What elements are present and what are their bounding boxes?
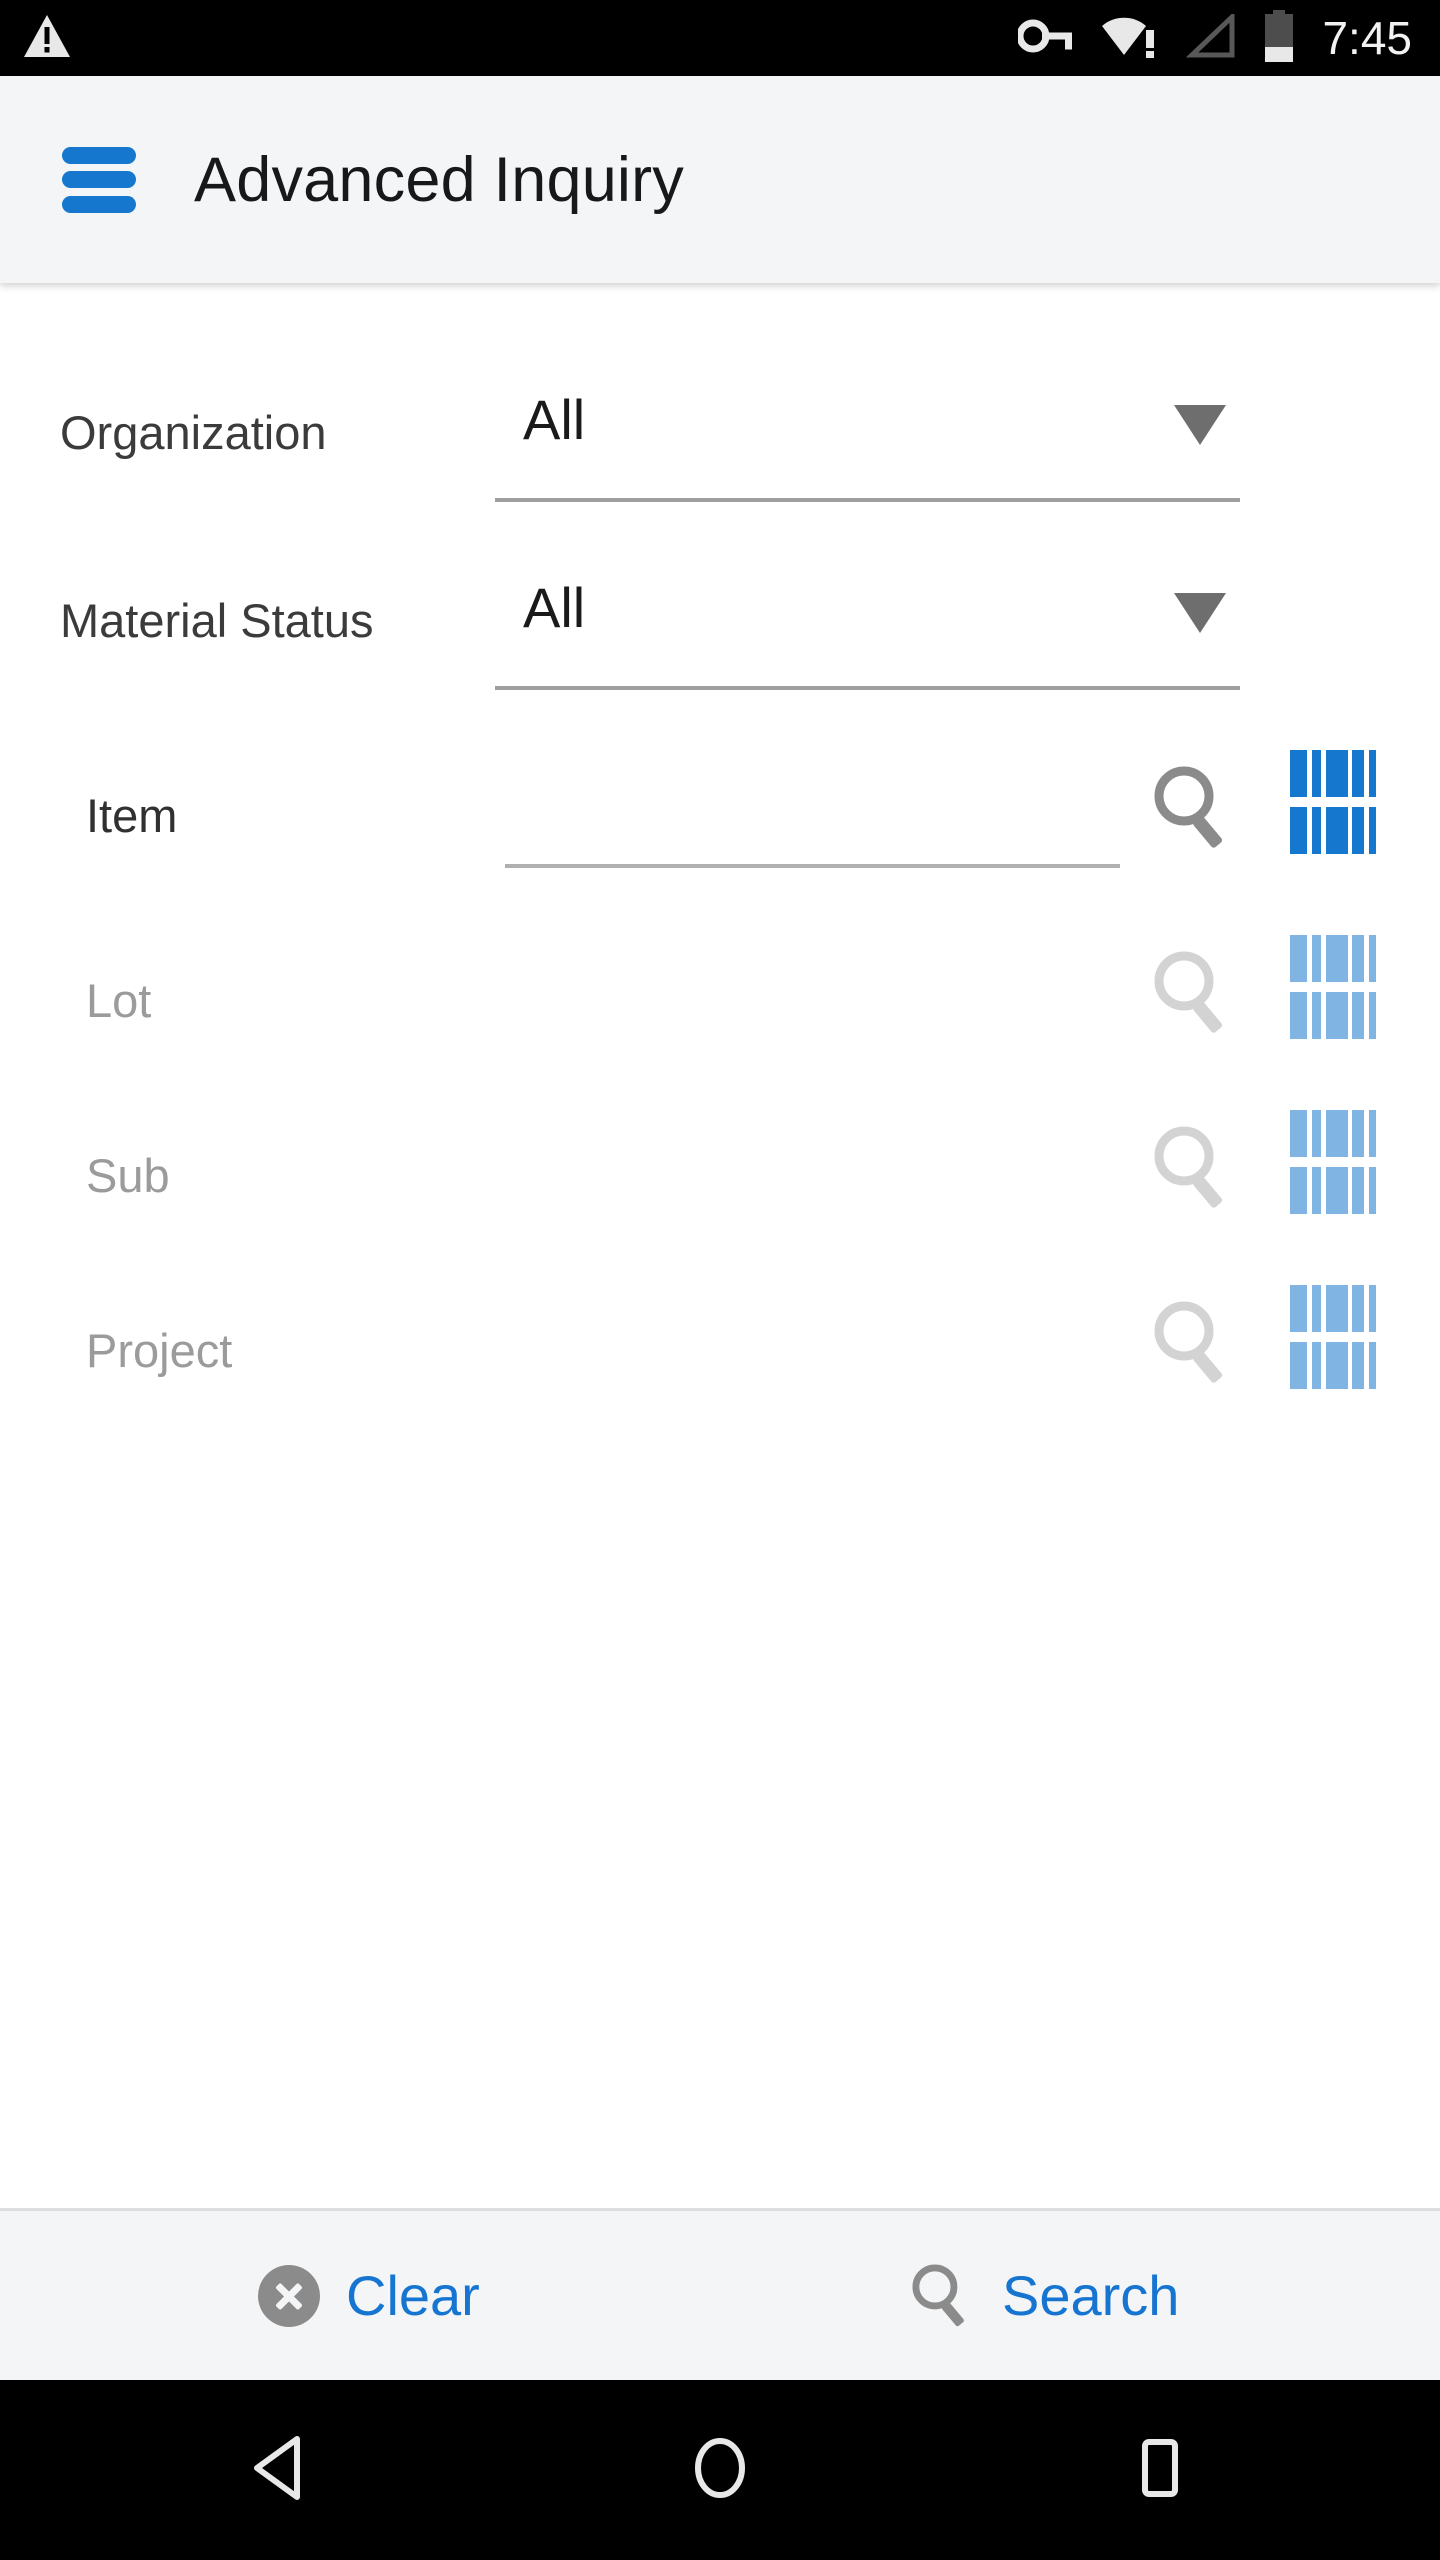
magnifier-icon xyxy=(1146,1118,1238,1215)
field-row-material-status: Material Status All xyxy=(0,543,1440,715)
label-project: Project xyxy=(86,1324,233,1377)
battery-icon xyxy=(1262,9,1296,67)
magnifier-icon xyxy=(906,2258,976,2333)
bottom-action-bar: Clear Search xyxy=(0,2208,1440,2380)
hamburger-bar-3 xyxy=(62,195,136,213)
hamburger-bar-2 xyxy=(62,171,136,188)
hamburger-bar-1 xyxy=(62,146,136,164)
label-organization: Organization xyxy=(60,406,327,459)
chevron-down-icon xyxy=(1174,593,1226,633)
nav-recents-button[interactable] xyxy=(1060,2380,1260,2560)
magnifier-icon xyxy=(1146,1293,1238,1390)
status-bar-right-icons: 7:45 xyxy=(1016,9,1440,67)
clear-button[interactable]: Clear xyxy=(258,2263,480,2328)
form-content: Organization All Material Status All Ite… xyxy=(0,283,1440,2208)
clear-button-label: Clear xyxy=(346,2264,480,2327)
barcode-icon xyxy=(1290,935,1376,1039)
label-item: Item xyxy=(86,789,178,842)
barcode-icon xyxy=(1290,1285,1376,1389)
search-button[interactable]: Search xyxy=(906,2258,1179,2333)
circle-close-icon xyxy=(258,2264,320,2327)
android-nav-bar xyxy=(0,2380,1440,2560)
input-sub xyxy=(505,1118,1120,1228)
magnifier-icon[interactable] xyxy=(1146,758,1238,855)
chevron-down-icon xyxy=(1174,405,1226,445)
wifi-warning-icon xyxy=(1100,13,1160,64)
dropdown-material-status[interactable]: All xyxy=(495,565,1240,690)
label-material-status: Material Status xyxy=(60,594,374,647)
label-sub: Sub xyxy=(86,1149,170,1202)
circle-home-icon xyxy=(690,2437,750,2504)
input-item[interactable] xyxy=(505,758,1120,868)
field-row-lot: Lot xyxy=(0,923,1440,1098)
status-bar-clock: 7:45 xyxy=(1322,12,1412,64)
barcode-icon xyxy=(1290,1110,1376,1214)
dropdown-organization-value: All xyxy=(523,388,586,451)
barcode-icon[interactable] xyxy=(1290,750,1376,854)
field-row-project: Project xyxy=(0,1273,1440,1448)
nav-back-button[interactable] xyxy=(180,2380,380,2560)
warning-triangle-icon xyxy=(22,13,72,64)
nav-home-button[interactable] xyxy=(620,2380,820,2560)
label-lot: Lot xyxy=(86,974,152,1027)
field-row-organization: Organization All xyxy=(0,355,1440,527)
field-row-item: Item xyxy=(0,738,1440,913)
cell-signal-empty-icon xyxy=(1186,10,1236,63)
vpn-key-icon xyxy=(1016,16,1074,61)
search-button-label: Search xyxy=(1002,2264,1180,2327)
page-title: Advanced Inquiry xyxy=(194,144,685,215)
app-bar: Advanced Inquiry xyxy=(0,76,1440,283)
status-bar-left-icons xyxy=(0,13,72,64)
input-project xyxy=(505,1293,1120,1403)
square-recents-icon xyxy=(1133,2438,1187,2503)
dropdown-material-status-value: All xyxy=(523,576,586,639)
field-row-sub: Sub xyxy=(0,1098,1440,1273)
hamburger-menu-icon[interactable] xyxy=(62,146,136,213)
magnifier-icon xyxy=(1146,943,1238,1040)
dropdown-organization[interactable]: All xyxy=(495,377,1240,502)
status-bar: 7:45 xyxy=(0,0,1440,76)
input-lot xyxy=(505,943,1120,1053)
triangle-back-icon xyxy=(249,2435,311,2506)
